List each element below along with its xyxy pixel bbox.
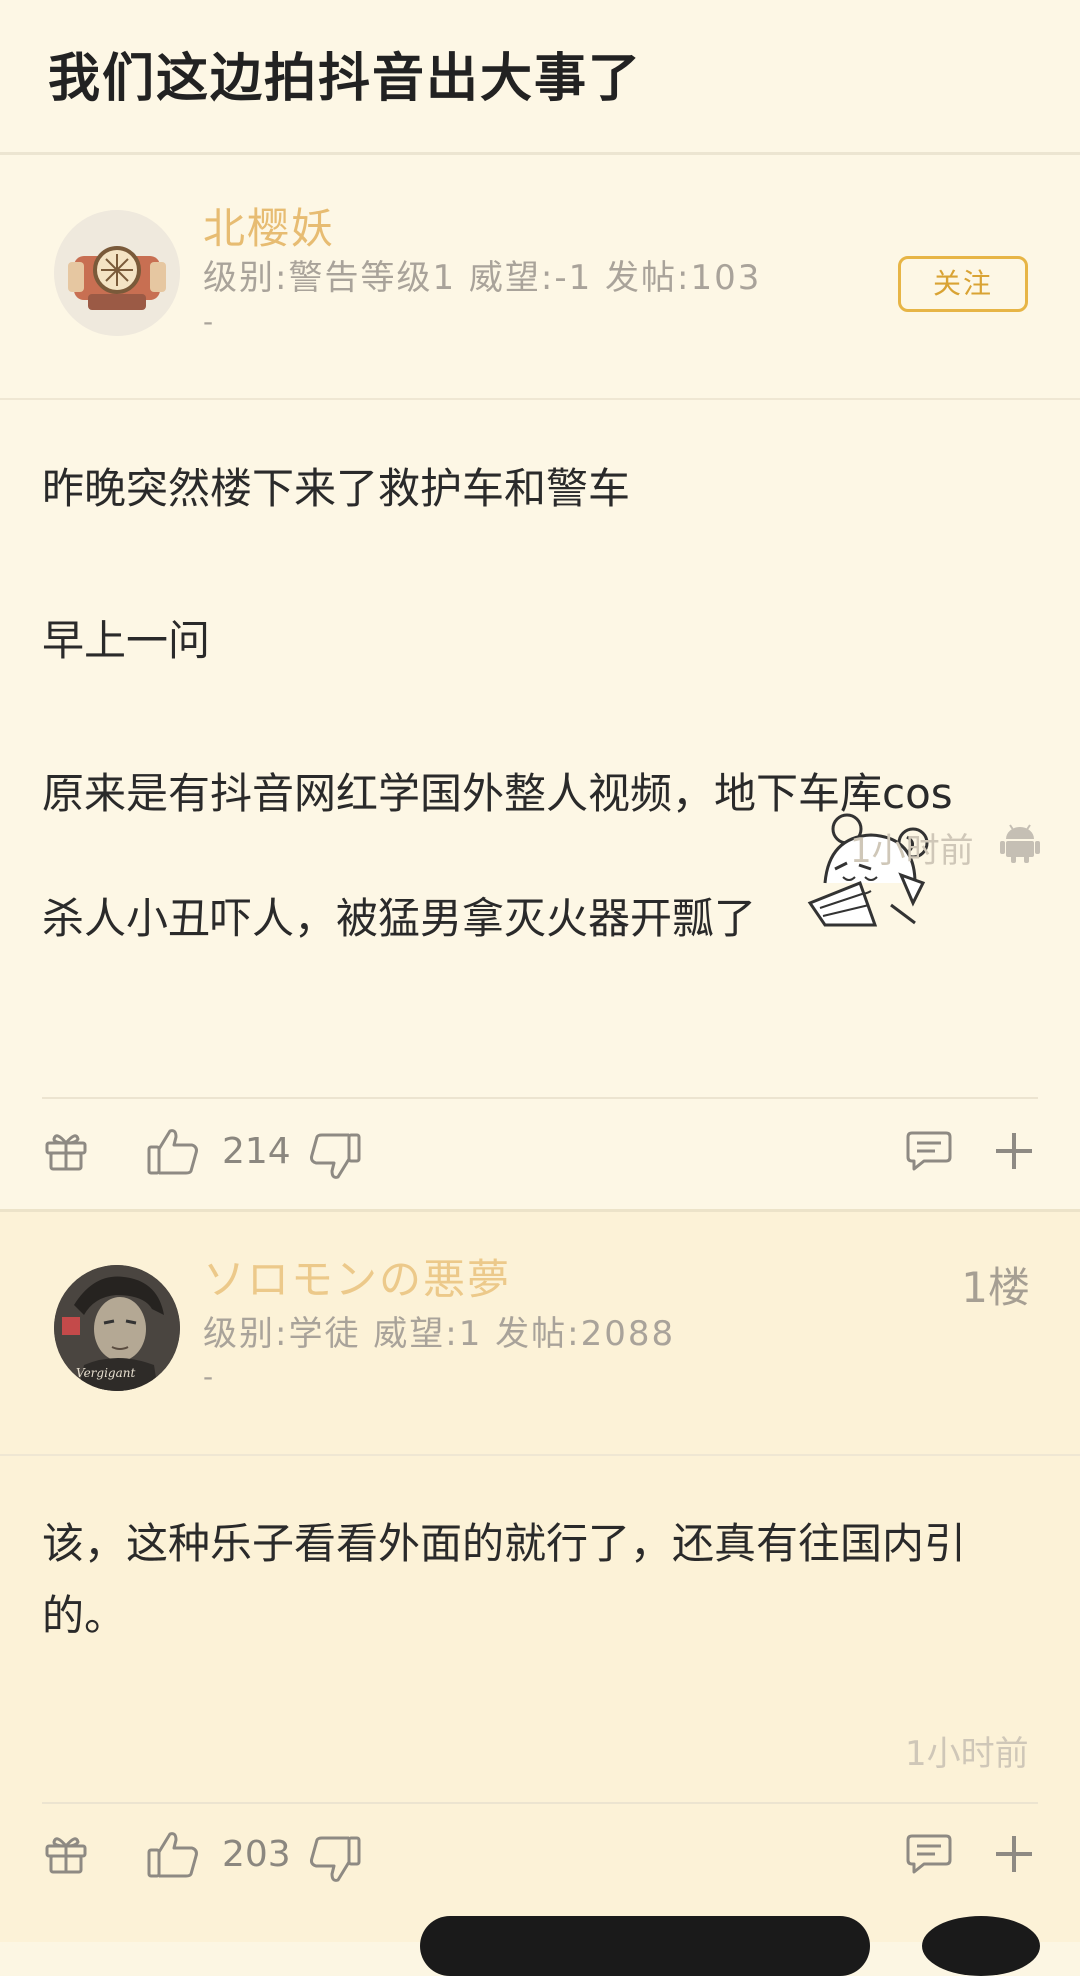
diving-helmet-avatar-icon [54, 210, 180, 336]
svg-text:Vergigant: Vergigant [76, 1366, 135, 1380]
post-body-line: 原来是有抖音网红学国外整人视频，地下车库cos [42, 769, 953, 818]
post-body-line: 昨晚突然楼下来了救护车和警车 [42, 464, 631, 513]
username[interactable]: ソロモンの悪夢 [203, 1246, 511, 1307]
gift-icon[interactable] [44, 1129, 88, 1173]
user-meta-extra: - [203, 1360, 214, 1393]
plus-icon[interactable] [992, 1832, 1036, 1876]
divider [0, 398, 1080, 400]
reply-timestamp: 1小时前 [905, 1734, 1029, 1774]
floor-label: 1楼 [961, 1263, 1030, 1312]
avatar[interactable] [54, 210, 180, 336]
reply-post: Vergigant ソロモンの悪夢 1楼 级别:学徒 威望:1 发帖:2088 … [0, 1212, 1080, 1942]
page-title: 我们这边拍抖音出大事了 [48, 49, 643, 109]
comment-icon[interactable] [906, 1832, 952, 1876]
username[interactable]: 北樱妖 [203, 195, 335, 256]
like-count: 214 [222, 1131, 291, 1172]
reply-body-line: 的。 [42, 1591, 127, 1640]
bottom-floating-bar[interactable] [420, 1916, 870, 1976]
user-meta: 级别:学徒 威望:1 发帖:2088 [203, 1314, 676, 1354]
character-portrait-avatar-icon: Vergigant [54, 1265, 180, 1391]
post-body-line: 杀人小丑吓人，被猛男拿灭火器开瓢了 [42, 894, 757, 943]
original-post: 北樱妖 级别:警告等级1 威望:-1 发帖:103 - 关注 昨晚突然楼下来了救… [0, 155, 1080, 1209]
like-count: 203 [222, 1834, 291, 1875]
post-timestamp: 1小时前 [850, 831, 974, 871]
action-divider [42, 1097, 1038, 1099]
title-bar: 我们这边拍抖音出大事了 [0, 0, 1080, 155]
post-body-line: 早上一问 [42, 616, 211, 665]
reply-body-line: 该，这种乐子看看外面的就行了，还真有往国内引 [42, 1519, 967, 1568]
divider [0, 1454, 1080, 1456]
avatar[interactable]: Vergigant [54, 1265, 180, 1391]
bottom-floating-button[interactable] [922, 1916, 1040, 1976]
thumbs-up-icon[interactable] [146, 1125, 200, 1177]
user-meta: 级别:警告等级1 威望:-1 发帖:103 [203, 258, 762, 298]
android-icon [1000, 824, 1040, 863]
plus-icon[interactable] [992, 1129, 1036, 1173]
thumbs-up-icon[interactable] [146, 1828, 200, 1880]
user-meta-extra: - [203, 305, 214, 338]
thumbs-down-icon[interactable] [308, 1131, 362, 1183]
thumbs-down-icon[interactable] [308, 1834, 362, 1886]
action-divider [42, 1802, 1038, 1804]
comment-icon[interactable] [906, 1129, 952, 1173]
follow-button[interactable]: 关注 [898, 256, 1028, 312]
gift-icon[interactable] [44, 1832, 88, 1876]
